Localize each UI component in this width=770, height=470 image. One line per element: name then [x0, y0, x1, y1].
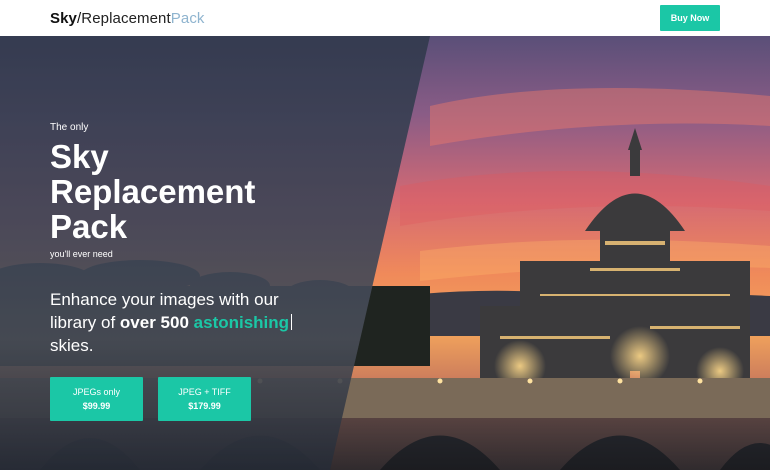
buy-now-button[interactable]: Buy Now — [660, 5, 720, 31]
price-button-name: JPEGs only — [72, 387, 121, 397]
jpeg-tiff-button[interactable]: JPEG + TIFF $179.99 — [158, 377, 251, 421]
price-button-price: $99.99 — [82, 401, 111, 411]
pricing-buttons: JPEGs only $99.99 JPEG + TIFF $179.99 — [50, 377, 251, 421]
headline-line-1: Sky — [50, 138, 109, 175]
hero-headline: Sky Replacement Pack — [50, 139, 255, 244]
lead-suffix: skies. — [50, 336, 94, 355]
logo-pack: Pack — [170, 9, 205, 27]
logo-replacement: Replacement — [81, 9, 171, 27]
logo[interactable]: Sky / Replacement Pack — [50, 10, 205, 27]
hero-lead: Enhance your images with our library of … — [50, 288, 320, 357]
hero-tagline: you'll ever need — [50, 249, 113, 259]
headline-line-2: Replacement — [50, 173, 256, 210]
lead-accent: astonishing — [193, 313, 290, 332]
logo-sky: Sky — [50, 9, 77, 27]
site-header: Sky / Replacement Pack Buy Now — [0, 0, 770, 36]
price-button-price: $179.99 — [188, 401, 221, 411]
hero-section: The only Sky Replacement Pack you'll eve… — [0, 36, 770, 470]
hero-eyebrow: The only — [50, 122, 89, 133]
hero-text: The only Sky Replacement Pack you'll eve… — [50, 122, 255, 259]
price-button-name: JPEG + TIFF — [178, 387, 231, 397]
jpegs-only-button[interactable]: JPEGs only $99.99 — [50, 377, 143, 421]
typing-cursor — [291, 314, 293, 330]
headline-line-3: Pack — [50, 208, 128, 245]
lead-bold: over 500 — [119, 313, 189, 332]
